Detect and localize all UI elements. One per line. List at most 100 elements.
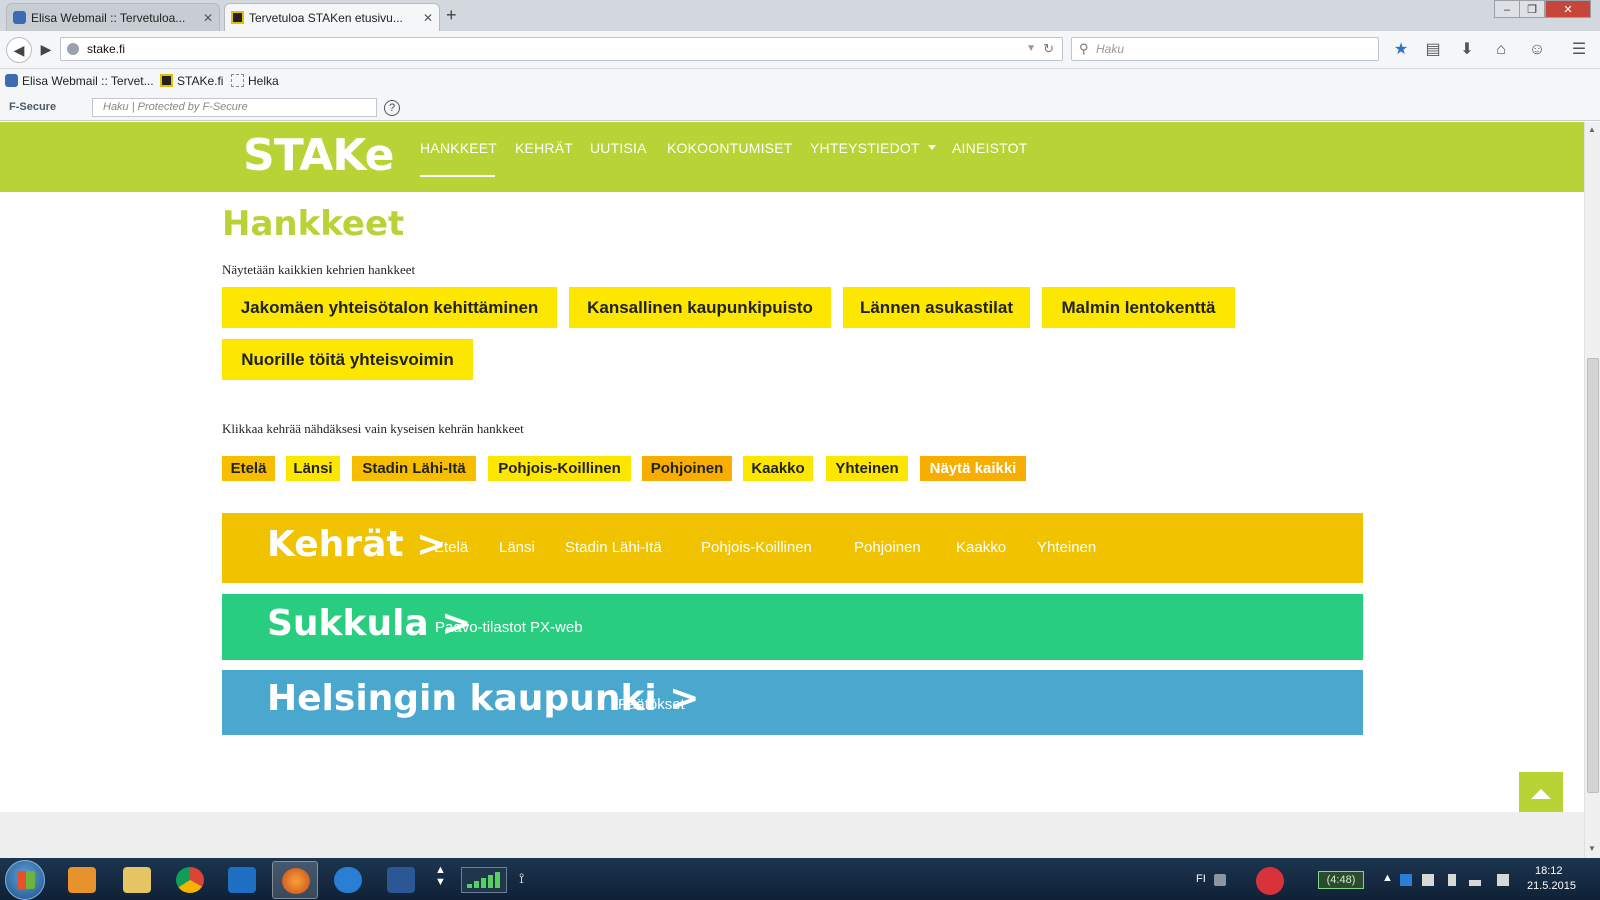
page-scrollbar[interactable]: ▲ ▼	[1584, 122, 1600, 858]
nav-item-uutisia[interactable]: UUTISIA	[590, 140, 647, 156]
bookmark-label: STAKe.fi	[177, 74, 224, 88]
fsecure-toolbar: F-Secure Haku | Protected by F-Secure ?	[0, 95, 1600, 121]
search-input[interactable]: ⚲ Haku	[1071, 37, 1379, 61]
tab-label: Elisa Webmail :: Tervetuloa...	[31, 11, 186, 25]
project-button[interactable]: Lännen asukastilat	[843, 287, 1030, 328]
filter-button-kaakko[interactable]: Kaakko	[743, 456, 813, 481]
helsinki-link[interactable]: Päätökset	[618, 696, 685, 713]
kehra-link-pohjoinen[interactable]: Pohjoinen	[854, 539, 921, 556]
menu-icon[interactable]: ☰	[1568, 39, 1590, 61]
taskbar-word[interactable]	[378, 861, 424, 899]
restore-button[interactable]: ❐	[1519, 0, 1545, 18]
taskbar-outlook[interactable]	[219, 861, 265, 899]
site-logo[interactable]: STAKe	[243, 130, 395, 181]
new-tab-button[interactable]: +	[446, 5, 457, 26]
helsinki-band: Helsingin kaupunki > Päätökset	[222, 670, 1363, 735]
forward-button[interactable]: ▶	[33, 37, 59, 63]
help-icon[interactable]: ?	[384, 100, 400, 116]
bookmarks-bar: Elisa Webmail :: Tervet... STAKe.fi Helk…	[0, 69, 1600, 95]
filter-button-yhteinen[interactable]: Yhteinen	[826, 456, 908, 481]
filter-button-lansi[interactable]: Länsi	[286, 456, 340, 481]
page-title: Hankkeet	[222, 204, 405, 244]
scroll-thumb[interactable]	[1587, 358, 1599, 793]
outlook-icon	[228, 867, 256, 893]
nav-item-hankkeet[interactable]: HANKKEET	[420, 140, 497, 156]
url-bar[interactable]: stake.fi ▼ ↻	[60, 37, 1063, 61]
bookmark-elisa[interactable]: Elisa Webmail :: Tervet...	[5, 74, 154, 88]
nav-item-kokoontumiset[interactable]: KOKOONTUMISET	[667, 140, 793, 156]
show-hidden-icons[interactable]: ▲	[1382, 872, 1393, 884]
taskbar-onedrive[interactable]	[325, 861, 371, 899]
stake-icon	[160, 74, 173, 87]
nav-item-yhteystiedot[interactable]: YHTEYSTIEDOT	[810, 140, 936, 156]
nav-item-kehrat[interactable]: KEHRÄT	[515, 140, 573, 156]
taskbar-explorer[interactable]	[114, 861, 160, 899]
bookmark-stake[interactable]: STAKe.fi	[160, 74, 223, 88]
scroll-to-top-button[interactable]	[1519, 772, 1563, 816]
start-button[interactable]	[5, 860, 45, 900]
chevron-down-icon	[927, 145, 936, 150]
kehra-link-etela[interactable]: Etelä	[434, 539, 468, 556]
reading-list-icon[interactable]: ▤	[1422, 39, 1444, 61]
tab-close-icon[interactable]: ✕	[203, 4, 213, 31]
tab-elisa-webmail[interactable]: Elisa Webmail :: Tervetuloa... ✕	[6, 3, 220, 31]
kehra-link-stadin-lahi-ita[interactable]: Stadin Lähi-Itä	[565, 539, 662, 556]
search-placeholder: Haku	[1096, 42, 1125, 56]
sukkula-link[interactable]: Paavo-tilastot PX-web	[435, 619, 583, 636]
filter-button-stadin-lahi-ita[interactable]: Stadin Lähi-Itä	[352, 456, 476, 481]
project-button[interactable]: Nuorille töitä yhteisvoimin	[222, 339, 473, 380]
bookmark-label: Elisa Webmail :: Tervet...	[22, 74, 154, 88]
reload-icon[interactable]: ↻	[1043, 38, 1054, 60]
antenna-icon[interactable]: ⟟	[519, 870, 524, 887]
downloads-icon[interactable]: ⬇	[1456, 39, 1478, 61]
taskbar-chrome[interactable]	[167, 861, 213, 899]
wifi-icon[interactable]	[1469, 874, 1481, 886]
security-app-icon[interactable]	[1256, 867, 1284, 895]
filter-button-pohjoinen[interactable]: Pohjoinen	[642, 456, 732, 481]
project-button[interactable]: Jakomäen yhteisötalon kehittäminen	[222, 287, 557, 328]
windows-logo-icon	[17, 871, 35, 889]
filter-button-etela[interactable]: Etelä	[222, 456, 275, 481]
tab-stake[interactable]: Tervetuloa STAKen etusivu... ✕	[224, 3, 440, 31]
kehra-link-pohjois-koillinen[interactable]: Pohjois-Koillinen	[701, 539, 812, 556]
minimize-button[interactable]: ‒	[1494, 0, 1520, 18]
filter-button-pohjois-koillinen[interactable]: Pohjois-Koillinen	[488, 456, 631, 481]
clock-date[interactable]: 21.5.2015	[1527, 880, 1576, 892]
project-button[interactable]: Malmin lentokenttä	[1042, 287, 1235, 328]
bookmark-star-icon[interactable]: ★	[1390, 39, 1412, 61]
filter-button-nayta-kaikki[interactable]: Näytä kaikki	[920, 456, 1026, 481]
chat-icon[interactable]: ☺	[1526, 39, 1548, 61]
scroll-down-icon[interactable]: ▼	[1588, 844, 1596, 853]
scroll-up-icon[interactable]: ▲	[1588, 125, 1596, 134]
back-button[interactable]: ◀	[6, 37, 32, 63]
kehra-link-kaakko[interactable]: Kaakko	[956, 539, 1006, 556]
url-dropdown-icon[interactable]: ▼	[1026, 38, 1036, 60]
project-button[interactable]: Kansallinen kaupunkipuisto	[569, 287, 831, 328]
browser-titlebar: Elisa Webmail :: Tervetuloa... ✕ Tervetu…	[0, 0, 1600, 31]
taskbar-firefox[interactable]	[272, 861, 318, 899]
kehra-link-lansi[interactable]: Länsi	[499, 539, 535, 556]
taskbar-scroll-icon[interactable]: ▲ ▼	[435, 864, 446, 888]
kehra-link-yhteinen[interactable]: Yhteinen	[1037, 539, 1096, 556]
clock-time[interactable]: 18:12	[1535, 865, 1563, 877]
folder-icon	[123, 867, 151, 893]
close-window-button[interactable]: ✕	[1545, 0, 1591, 18]
word-icon	[387, 867, 415, 893]
volume-muted-icon[interactable]	[1497, 874, 1509, 886]
arrow-up-icon	[1531, 789, 1551, 799]
bookmark-helka[interactable]: Helka	[231, 74, 279, 88]
power-icon[interactable]	[1448, 874, 1456, 886]
fsecure-tray-icon[interactable]	[1400, 874, 1412, 886]
home-icon[interactable]: ⌂	[1490, 39, 1512, 61]
tab-close-icon[interactable]: ✕	[423, 4, 433, 31]
network-meter[interactable]	[461, 867, 507, 893]
keyboard-icon[interactable]	[1214, 874, 1226, 886]
language-indicator[interactable]: FI	[1196, 873, 1206, 885]
taskbar-media-player[interactable]	[59, 861, 105, 899]
battery-indicator[interactable]: (4:48)	[1318, 871, 1364, 889]
kehrat-title[interactable]: Kehrät >	[267, 524, 446, 565]
flag-icon[interactable]	[1422, 874, 1434, 886]
signal-bar	[467, 884, 472, 888]
nav-item-aineistot[interactable]: AINEISTOT	[952, 140, 1027, 156]
fsecure-search-input[interactable]: Haku | Protected by F-Secure	[92, 98, 377, 117]
